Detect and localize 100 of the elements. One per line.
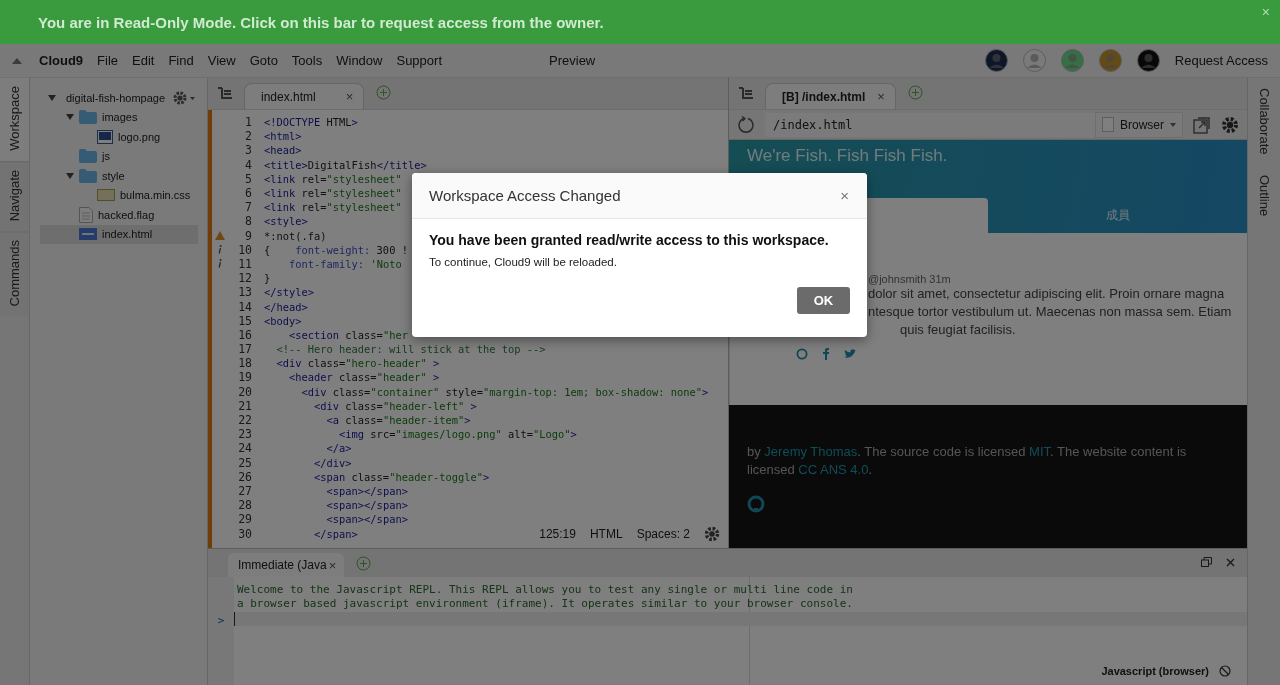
code-line: </a> bbox=[325, 442, 352, 455]
add-tab-icon[interactable] bbox=[907, 85, 923, 100]
code-line: <span></span> bbox=[325, 499, 408, 512]
line-number: 9 bbox=[244, 228, 252, 243]
code-line: <header class="header" > bbox=[288, 371, 440, 384]
file-tab[interactable]: index.html × bbox=[244, 83, 365, 109]
preview-menu[interactable]: Preview bbox=[549, 53, 596, 68]
restore-icon[interactable] bbox=[1201, 557, 1212, 567]
console-output: Welcome to the Javascript REPL. This REPL allows you to test any single or multi line code in bbox=[236, 583, 854, 597]
code-line: <span class="header-toggle"> bbox=[313, 470, 490, 483]
code-line: <span></span> bbox=[325, 484, 408, 497]
line-number: 30 bbox=[237, 526, 252, 541]
dialog-title: Workspace Access Changed bbox=[429, 187, 621, 204]
settings-icon[interactable] bbox=[172, 89, 197, 106]
url-field[interactable]: /index.html bbox=[765, 112, 1095, 137]
page-icon bbox=[1102, 117, 1114, 132]
menu-item[interactable]: Support bbox=[396, 53, 442, 68]
close-button[interactable]: × bbox=[840, 187, 849, 204]
twitter-icon[interactable] bbox=[844, 349, 856, 359]
line-number: 1 bbox=[244, 115, 252, 130]
code-line: <body> bbox=[264, 314, 302, 327]
tree-item-name: js bbox=[102, 150, 110, 163]
tree-item[interactable]: js bbox=[40, 146, 198, 166]
language-mode[interactable]: HTML bbox=[589, 527, 623, 541]
close-icon[interactable] bbox=[1226, 558, 1235, 567]
code-line: <a class="header-item"> bbox=[325, 414, 471, 427]
close-button[interactable]: × bbox=[1261, 4, 1270, 20]
console-mode[interactable]: Javascript (browser) bbox=[1101, 665, 1209, 677]
close-tab-button[interactable]: × bbox=[328, 557, 337, 573]
code-line: </div> bbox=[313, 456, 352, 469]
caret-icon[interactable] bbox=[66, 113, 74, 122]
tree-item[interactable]: bulma.min.css bbox=[40, 185, 198, 205]
line-number: 25 bbox=[237, 455, 252, 470]
add-tab-icon[interactable] bbox=[356, 556, 372, 571]
settings-icon[interactable] bbox=[1221, 115, 1239, 134]
collapse-icon[interactable] bbox=[12, 57, 22, 64]
caret-icon[interactable] bbox=[66, 171, 74, 180]
tab-menu-icon[interactable] bbox=[739, 87, 753, 99]
menu-item[interactable]: File bbox=[97, 53, 118, 68]
caret-icon[interactable] bbox=[48, 93, 56, 102]
brand-menu[interactable]: Cloud9 bbox=[39, 53, 84, 68]
request-access-link[interactable]: Request Access bbox=[1174, 53, 1268, 68]
folder-icon bbox=[79, 168, 97, 183]
close-tab-button[interactable]: × bbox=[345, 89, 354, 104]
ok-button[interactable]: OK bbox=[797, 287, 850, 314]
line-number: 20 bbox=[237, 384, 252, 399]
code-line: } bbox=[264, 272, 271, 285]
settings-icon[interactable] bbox=[704, 526, 720, 542]
line-number: 14 bbox=[237, 299, 252, 314]
tree-item[interactable]: images bbox=[40, 107, 198, 127]
info-icon bbox=[218, 245, 222, 255]
reload-icon[interactable] bbox=[737, 115, 755, 134]
line-number: 13 bbox=[237, 285, 252, 300]
tab-menu-icon[interactable] bbox=[218, 87, 232, 99]
hero-tab[interactable]: 成員 bbox=[988, 198, 1247, 233]
tree-item[interactable]: digital-fish-hompage bbox=[40, 88, 198, 108]
tree-item[interactable]: hacked.flag bbox=[40, 205, 198, 225]
avatar[interactable] bbox=[1136, 49, 1160, 72]
line-number: 2 bbox=[244, 129, 252, 144]
popout-icon[interactable] bbox=[1193, 115, 1211, 134]
avatar[interactable] bbox=[1098, 49, 1122, 72]
code-line: </style> bbox=[264, 286, 315, 299]
code-line: font-family: 'Noto bbox=[288, 257, 402, 270]
cursor-position: 125:19 bbox=[539, 527, 576, 541]
clear-icon[interactable] bbox=[1219, 665, 1231, 677]
html-file-icon bbox=[79, 228, 97, 241]
tree-item[interactable]: logo.png bbox=[40, 127, 198, 147]
side-tab[interactable]: Workspace bbox=[0, 78, 29, 161]
facebook-icon[interactable] bbox=[822, 348, 830, 360]
console-tab[interactable]: Immediate (Java× bbox=[228, 553, 345, 577]
preview-tab[interactable]: [B] /index.html × bbox=[765, 83, 896, 109]
line-number: 24 bbox=[237, 441, 252, 456]
line-number: 27 bbox=[237, 483, 252, 498]
menu-item[interactable]: View bbox=[207, 53, 236, 68]
tree-item[interactable]: index.html bbox=[40, 224, 198, 244]
avatar[interactable] bbox=[984, 49, 1008, 72]
console-input[interactable] bbox=[234, 612, 1247, 626]
tree-item[interactable]: style bbox=[40, 166, 198, 186]
side-tab[interactable]: Collaborate bbox=[1248, 78, 1280, 165]
menu-item[interactable]: Find bbox=[168, 53, 194, 68]
menu-item[interactable]: Goto bbox=[249, 53, 278, 68]
tree-item-name: bulma.min.css bbox=[120, 189, 191, 202]
add-tab-icon[interactable] bbox=[376, 85, 392, 100]
read-only-banner[interactable]: You are in Read-Only Mode. Click on this bar to request access from the owner. × bbox=[0, 0, 1280, 44]
side-tab[interactable]: Outline bbox=[1248, 164, 1280, 226]
code-line: <link rel="stylesheet" bbox=[264, 172, 402, 185]
browser-dropdown[interactable]: Browser bbox=[1095, 111, 1183, 138]
banner-message: You are in Read-Only Mode. Click on this bar to request access from the owner. bbox=[38, 13, 604, 31]
close-tab-button[interactable]: × bbox=[877, 89, 885, 104]
menu-item[interactable]: Edit bbox=[132, 53, 155, 68]
code-line: { font-weight: 300 ! bbox=[264, 243, 408, 256]
menu-item[interactable]: Window bbox=[336, 53, 383, 68]
console-output: a browser based javascript environment (iframe). It operates similar to your browser console. bbox=[236, 597, 854, 611]
menu-item[interactable]: Tools bbox=[291, 53, 323, 68]
image-file-icon bbox=[97, 129, 113, 144]
line-number: 22 bbox=[237, 413, 252, 428]
tab-title: [B] /index.html bbox=[782, 89, 866, 104]
tab-title: Immediate (Java bbox=[238, 558, 327, 572]
tree-item-name: index.html bbox=[102, 228, 153, 241]
indent-setting[interactable]: Spaces: 2 bbox=[636, 527, 690, 541]
